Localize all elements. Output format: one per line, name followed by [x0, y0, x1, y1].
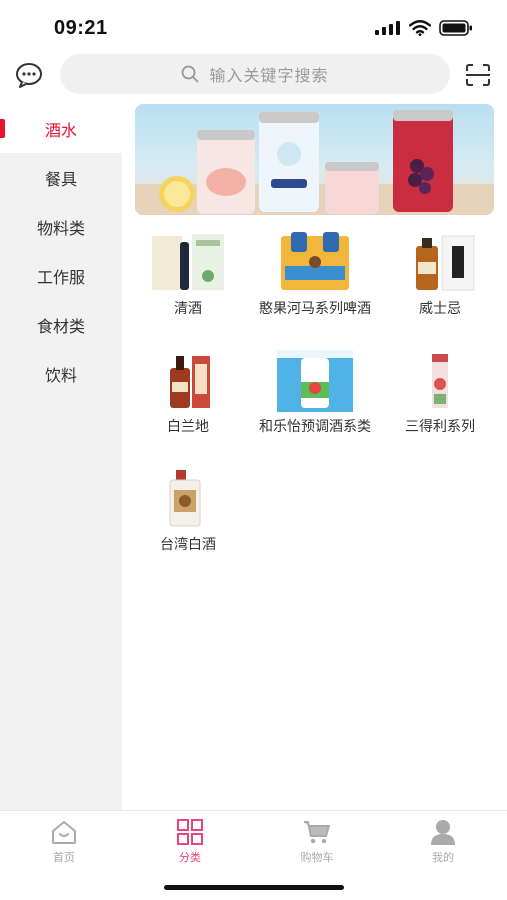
sidebar-item-uniforms[interactable]: 工作服	[0, 251, 122, 300]
tab-label: 我的	[432, 852, 454, 864]
search-input[interactable]: 输入关键字搜索	[60, 54, 450, 94]
tab-category[interactable]: 分类	[150, 819, 230, 865]
sidebar-item-supplies[interactable]: 物料类	[0, 202, 122, 251]
baijiu-bottle-icon	[169, 470, 201, 527]
subcategory-taiwan-baijiu[interactable]: 台湾白酒	[128, 468, 248, 553]
whisky-bottle-icon	[416, 235, 475, 291]
subcategory-label: 台湾白酒	[160, 536, 216, 552]
subcategory-label: 白兰地	[167, 418, 209, 434]
subcategory-label: 三得利系列	[405, 418, 475, 434]
sidebar-item-beverages[interactable]: 饮料	[0, 349, 122, 398]
scan-icon[interactable]	[465, 63, 491, 87]
chat-bubble-icon[interactable]	[14, 62, 44, 88]
beer-cans-icon	[281, 232, 349, 290]
home-indicator	[164, 885, 344, 890]
subcategory-sake[interactable]: 清酒	[128, 232, 248, 317]
sidebar-item-ingredients[interactable]: 食材类	[0, 300, 122, 349]
sidebar-item-tableware[interactable]: 餐具	[0, 153, 122, 202]
status-time: 09:21	[54, 17, 108, 39]
tab-home[interactable]: 首页	[24, 819, 104, 865]
search-placeholder: 输入关键字搜索	[209, 68, 329, 85]
cart-icon	[304, 821, 330, 844]
tab-cart[interactable]: 购物车	[277, 819, 357, 865]
subcategory-suntory[interactable]: 三得利系列	[380, 350, 500, 435]
wifi-icon	[409, 20, 431, 36]
search-icon	[182, 65, 199, 83]
cellular-signal-icon	[375, 21, 400, 35]
brandy-bottle-icon	[170, 356, 210, 408]
subcategory-brandy[interactable]: 白兰地	[128, 350, 248, 435]
subcategory-whisky[interactable]: 威士忌	[380, 232, 500, 317]
tab-label: 首页	[53, 852, 75, 864]
subcategory-hippo-beer[interactable]: 憨果河马系列啤酒	[255, 232, 375, 317]
subcategory-label: 清酒	[174, 300, 202, 316]
subcategory-horoyoi[interactable]: 和乐怡预调酒系类	[255, 350, 375, 435]
suntory-bottle-icon	[432, 354, 448, 408]
status-icons	[375, 20, 473, 36]
category-sidebar: 酒水 餐具 物料类 工作服 食材类 饮料	[0, 104, 122, 810]
tab-label: 分类	[179, 852, 201, 864]
status-bar: 09:21	[0, 0, 507, 54]
user-icon	[431, 820, 455, 845]
category-grid-icon	[177, 819, 203, 845]
search-header: 输入关键字搜索	[0, 54, 507, 96]
category-content: 清酒 憨果河马系列啤酒 威士忌 白兰地 和乐怡预调酒系类 三得利系列 台湾白酒	[122, 96, 507, 810]
sake-bottle-icon	[152, 234, 224, 290]
promo-banner[interactable]	[135, 104, 494, 215]
subcategory-label: 憨果河马系列啤酒	[259, 300, 371, 316]
battery-icon	[439, 20, 472, 36]
subcategory-label: 威士忌	[419, 300, 461, 316]
home-icon	[52, 821, 76, 844]
subcategory-label: 和乐怡预调酒系类	[259, 418, 371, 434]
tab-label: 购物车	[300, 852, 334, 864]
tab-profile[interactable]: 我的	[403, 819, 483, 865]
sidebar-item-drinks[interactable]: 酒水	[0, 104, 122, 153]
horoyoi-can-icon	[277, 350, 353, 412]
